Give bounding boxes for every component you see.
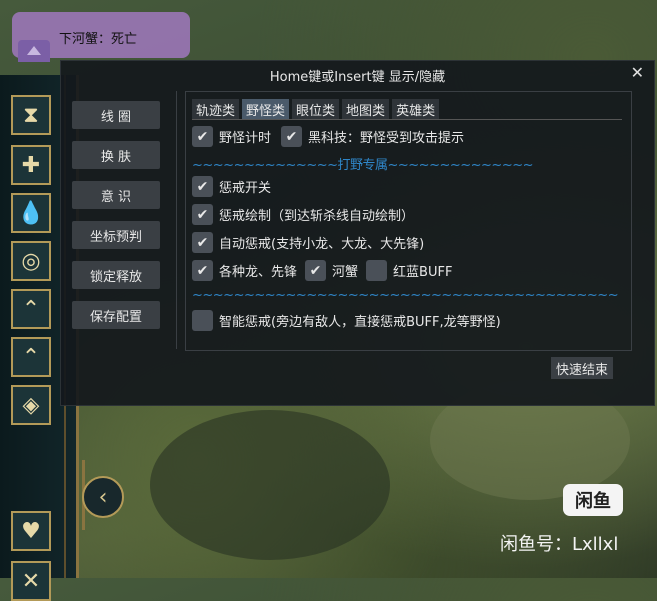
- attack-alert-checkbox[interactable]: ✔: [281, 126, 303, 147]
- heart-icon[interactable]: ♥: [11, 511, 51, 551]
- close-icon[interactable]: ✕: [631, 63, 644, 82]
- red-blue-buff-label: 红蓝BUFF: [393, 265, 453, 280]
- red-blue-buff-checkbox[interactable]: [366, 260, 388, 281]
- auto-smite-label: 自动惩戒(支持小龙、大龙、大先锋): [219, 237, 425, 252]
- terrain-patch: [150, 410, 390, 560]
- chevron-up-icon[interactable]: ⌃: [11, 289, 51, 329]
- menu-button-lock-release[interactable]: 锁定释放: [72, 261, 160, 289]
- drop-icon[interactable]: 💧: [11, 193, 51, 233]
- option-auto-smite: ✔ 自动惩戒(支持小龙、大龙、大先锋): [192, 232, 424, 253]
- scuttle-crab-checkbox[interactable]: ✔: [305, 260, 327, 281]
- tab-heroes[interactable]: 英雄类: [392, 99, 440, 119]
- section-divider: ~~~~~~~~~~~~~~~~~~~~~~~~~~~~~~~~~~~~~~~~…: [192, 288, 619, 303]
- hourglass-icon[interactable]: ⧗: [11, 95, 51, 135]
- quick-finish-button[interactable]: 快速结束: [551, 357, 613, 379]
- smart-smite-label: 智能惩戒(旁边有敌人，直接惩戒BUFF,龙等野怪): [219, 315, 501, 330]
- watermark-logo: 闲鱼: [563, 484, 623, 516]
- smart-smite-checkbox[interactable]: [192, 310, 213, 331]
- menu-panel: 线 圈 换 肤 意 识 坐标预判 锁定释放 保存配置: [61, 91, 177, 349]
- monster-timer-label: 野怪计时: [219, 131, 272, 146]
- smite-draw-label: 惩戒绘制（到达斩杀线自动绘制）: [219, 209, 415, 224]
- smite-toggle-label: 惩戒开关: [219, 181, 272, 196]
- tab-monsters[interactable]: 野怪类: [242, 99, 290, 119]
- close-icon[interactable]: ✕: [11, 561, 51, 601]
- coins-icon[interactable]: ◎: [11, 241, 51, 281]
- auto-smite-checkbox[interactable]: ✔: [192, 232, 213, 253]
- dragon-herald-checkbox[interactable]: ✔: [192, 260, 213, 281]
- window-title: Home键或Insert键 显示/隐藏: [269, 70, 446, 85]
- lock-chevron-icon[interactable]: ⌃: [11, 337, 51, 377]
- option-smite-draw: ✔ 惩戒绘制（到达斩杀线自动绘制）: [192, 204, 414, 225]
- menu-button-awareness[interactable]: 意 识: [72, 181, 160, 209]
- options-row-targets: ✔ 各种龙、先锋 ✔ 河蟹 红蓝BUFF: [192, 260, 452, 281]
- plus-icon[interactable]: ✚: [11, 145, 51, 185]
- menu-button-skin[interactable]: 换 肤: [72, 141, 160, 169]
- section-divider-jungle: ~~~~~~~~~~~~~~打野专属~~~~~~~~~~~~~~: [192, 158, 534, 173]
- monster-timer-checkbox[interactable]: ✔: [192, 126, 213, 147]
- option-smart-smite: 智能惩戒(旁边有敌人，直接惩戒BUFF,龙等野怪): [192, 310, 501, 331]
- tab-map[interactable]: 地图类: [342, 99, 390, 119]
- smite-draw-checkbox[interactable]: ✔: [192, 204, 213, 225]
- attack-alert-label: 黑科技：野怪受到攻击提示: [308, 131, 465, 146]
- watermark-text: 闲鱼号：Lxllxl: [500, 534, 619, 555]
- notification-text: 下河蟹：死亡: [59, 32, 138, 47]
- options-panel: 轨迹类 野怪类 眼位类 地图类 英雄类 ✔ 野怪计时 ✔ 黑科技：野怪受到攻击提…: [185, 91, 632, 351]
- smite-toggle-checkbox[interactable]: ✔: [192, 176, 213, 197]
- menu-button-prediction[interactable]: 坐标预判: [72, 221, 160, 249]
- menu-button-save-config[interactable]: 保存配置: [72, 301, 160, 329]
- notification-up-arrow-icon[interactable]: [18, 40, 50, 62]
- diamond-icon[interactable]: ◈: [11, 385, 51, 425]
- cheat-menu-window: Home键或Insert键 显示/隐藏 ✕ 线 圈 换 肤 意 识 坐标预判 锁…: [60, 60, 655, 406]
- tab-trajectory[interactable]: 轨迹类: [192, 99, 240, 119]
- collapse-chevron-left-icon[interactable]: ‹: [82, 476, 124, 518]
- dragon-herald-label: 各种龙、先锋: [219, 265, 298, 280]
- menu-button-circle[interactable]: 线 圈: [72, 101, 160, 129]
- tab-bar: 轨迹类 野怪类 眼位类 地图类 英雄类: [192, 99, 442, 119]
- options-row-timers: ✔ 野怪计时 ✔ 黑科技：野怪受到攻击提示: [192, 126, 464, 147]
- option-smite-toggle: ✔ 惩戒开关: [192, 176, 271, 197]
- scuttle-crab-label: 河蟹: [332, 265, 359, 280]
- tab-wards[interactable]: 眼位类: [292, 99, 340, 119]
